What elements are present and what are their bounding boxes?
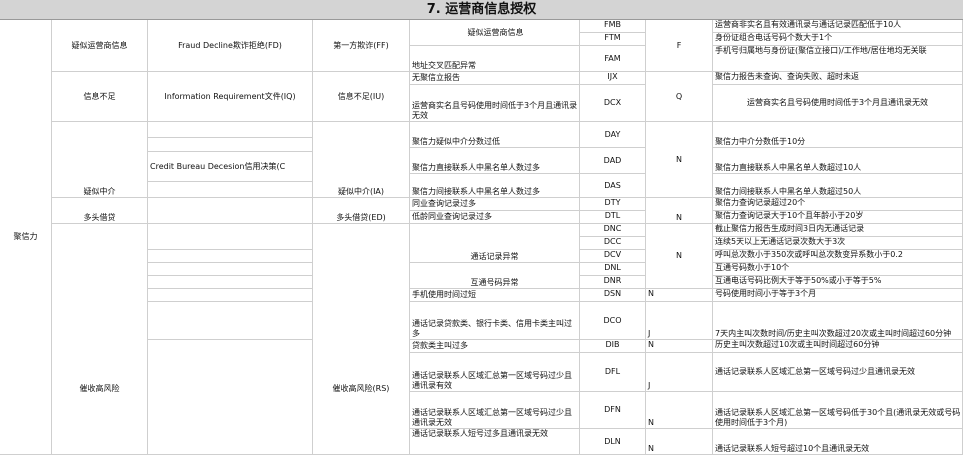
desc-cell[interactable]: 手机使用时间过短 [410, 289, 580, 302]
desc-cell[interactable]: 疑似运营商信息 [410, 20, 580, 46]
flag-cell[interactable]: N [646, 392, 713, 429]
code-cell[interactable]: DIB [580, 340, 646, 353]
rule-cell[interactable]: 聚信力报告未查询、查询失败、超时未返 [713, 72, 963, 85]
decision-cell-empty[interactable] [148, 340, 313, 455]
code-cell[interactable]: DCV [580, 250, 646, 263]
rule-cell[interactable]: 聚信力间接联系人中黑名单人数超过50人 [713, 174, 963, 198]
desc-cell[interactable]: 通话记录异常 [410, 224, 580, 263]
desc-cell[interactable]: 聚信力疑似中介分数过低 [410, 122, 580, 148]
rule-cell[interactable]: 运营商实名且号码使用时间低于3个月且通讯录无效 [713, 85, 963, 122]
code-cell[interactable]: FAM [580, 46, 646, 72]
flag-cell[interactable]: J [646, 353, 713, 392]
code-cell[interactable]: DCO [580, 302, 646, 340]
flag-cell[interactable]: N [646, 122, 713, 198]
rule-cell[interactable]: 通话记录联系人区域汇总第一区域号码低于30个且(通讯录无效或号码使用时间低于3个… [713, 392, 963, 429]
desc-cell[interactable]: 通话记录贷款类、银行卡类、信用卡类主叫过多 [410, 302, 580, 340]
rule-cell[interactable]: 截止聚信力报告生成时间3日内无通话记录 [713, 224, 963, 237]
code-cell[interactable]: DSN [580, 289, 646, 302]
sub-type-cell[interactable]: 催收高风险(RS) [313, 224, 410, 455]
desc-cell[interactable]: 贷款类主叫过多 [410, 340, 580, 353]
flag-cell[interactable]: N [646, 289, 713, 302]
code-cell[interactable]: DLN [580, 429, 646, 455]
desc-cell[interactable]: 低龄同业查询记录过多 [410, 211, 580, 224]
rule-cell[interactable]: 聚信力查询记录大于10个且年龄小于20岁 [713, 211, 963, 224]
rule-cell[interactable]: 互通号码数小于10个 [713, 263, 963, 276]
decision-cell-empty[interactable] [148, 250, 313, 263]
rule-cell[interactable]: 聚信力中介分数低于10分 [713, 122, 963, 148]
rule-cell[interactable]: 身份证组合电话号码个数大于1个 [713, 33, 963, 46]
desc-cell[interactable]: 无聚信立报告 [410, 72, 580, 85]
rule-cell[interactable]: 连续5天以上无通话记录次数大于3次 [713, 237, 963, 250]
rule-cell[interactable]: 7天内主叫次数时间/历史主叫次数超过20次或主叫时间超过60分钟 [713, 302, 963, 340]
spreadsheet: 7. 运营商信息授权 聚信力 疑似运营商信息 信息不足 疑似中介 多头借贷 催收… [0, 0, 963, 455]
code-cell[interactable]: DAD [580, 148, 646, 174]
flag-cell[interactable]: N [646, 224, 713, 289]
rule-cell[interactable]: 号码使用时间小于等于3个月 [713, 289, 963, 302]
decision-cell[interactable]: Information Requirement文件(IQ) [148, 72, 313, 122]
desc-cell[interactable]: 运营商实名且号码使用时间低于3个月且通讯录无效 [410, 85, 580, 122]
code-cell[interactable]: FMB [580, 20, 646, 33]
code-cell[interactable]: DNC [580, 224, 646, 237]
desc-cell[interactable]: 通话记录联系人区域汇总第一区域号码过少且通讯录无效 [410, 392, 580, 429]
decision-cell-empty[interactable] [148, 182, 313, 198]
sub-type-cell[interactable]: 多头借贷(ED) [313, 198, 410, 224]
desc-cell[interactable]: 同业查询记录过多 [410, 198, 580, 211]
decision-cell[interactable]: Fraud Decline欺诈拒绝(FD) [148, 20, 313, 72]
risk-type-cell[interactable]: 疑似运营商信息 [52, 20, 148, 72]
sub-type-cell[interactable]: 第一方欺诈(FF) [313, 20, 410, 72]
code-cell[interactable]: DFL [580, 353, 646, 392]
rule-cell[interactable]: 运营商非实名且有效通讯录与通话记录匹配低于10人 [713, 20, 963, 33]
desc-cell[interactable]: 地址交叉匹配异常 [410, 46, 580, 72]
sub-type-cell[interactable]: 信息不足(IU) [313, 72, 410, 122]
sheet-title: 7. 运营商信息授权 [0, 0, 963, 20]
rule-cell[interactable]: 手机号归属地与身份证(聚信立接口)/工作地/居住地均无关联 [713, 46, 963, 72]
decision-cell-empty[interactable] [148, 289, 313, 302]
code-cell[interactable]: FTM [580, 33, 646, 46]
code-cell[interactable]: DNR [580, 276, 646, 289]
code-cell[interactable]: DAY [580, 122, 646, 148]
flag-cell[interactable]: J [646, 302, 713, 340]
code-cell[interactable]: DCX [580, 85, 646, 122]
category-label[interactable]: 聚信力 [0, 20, 52, 455]
desc-cell[interactable]: 通话记录联系人短号过多且通讯录无效 [410, 429, 580, 455]
code-cell[interactable]: DAS [580, 174, 646, 198]
decision-cell-empty[interactable] [148, 198, 313, 224]
code-cell[interactable]: DNL [580, 263, 646, 276]
risk-type-cell[interactable]: 疑似中介 [52, 122, 148, 198]
desc-cell[interactable]: 聚信力间接联系人中黑名单人数过多 [410, 174, 580, 198]
rule-cell[interactable]: 聚信力直接联系人中黑名单人数超过10人 [713, 148, 963, 174]
decision-cell-empty[interactable] [148, 224, 313, 250]
risk-type-cell[interactable]: 催收高风险 [52, 224, 148, 455]
decision-cell-empty[interactable] [148, 138, 313, 152]
desc-cell[interactable]: 聚信力直接联系人中黑名单人数过多 [410, 148, 580, 174]
code-cell[interactable]: DFN [580, 392, 646, 429]
decision-cell[interactable]: Credit Bureau Decesion信用决策(C [148, 152, 313, 182]
rule-cell[interactable]: 聚信力查询记录超过20个 [713, 198, 963, 211]
decision-cell-empty[interactable] [148, 263, 313, 276]
rule-cell[interactable]: 通话记录联系人短号超过10个且通讯录无效 [713, 429, 963, 455]
risk-type-cell[interactable]: 多头借贷 [52, 198, 148, 224]
code-cell[interactable]: IJX [580, 72, 646, 85]
flag-cell[interactable]: N [646, 429, 713, 455]
flag-cell[interactable]: N [646, 198, 713, 224]
rule-cell[interactable]: 历史主叫次数超过10次或主叫时间超过60分钟 [713, 340, 963, 353]
decision-cell-empty[interactable] [148, 122, 313, 138]
desc-cell[interactable]: 通话记录联系人区域汇总第一区域号码过少且通讯录有效 [410, 353, 580, 392]
flag-cell[interactable]: F [646, 20, 713, 72]
risk-type-cell[interactable]: 信息不足 [52, 72, 148, 122]
rule-cell[interactable]: 呼叫总次数小于350次或呼叫总次数变异系数小于0.2 [713, 250, 963, 263]
code-cell[interactable]: DTL [580, 211, 646, 224]
code-cell[interactable]: DTY [580, 198, 646, 211]
desc-cell[interactable]: 互通号码异常 [410, 263, 580, 289]
rule-cell[interactable]: 通话记录联系人区域汇总第一区域号码过少且通讯录无效 [713, 353, 963, 392]
code-cell[interactable]: DCC [580, 237, 646, 250]
flag-cell[interactable]: N [646, 340, 713, 353]
rule-cell[interactable]: 互通电话号码比例大于等于50%或小于等于5% [713, 276, 963, 289]
sub-type-cell[interactable]: 疑似中介(IA) [313, 122, 410, 198]
flag-cell[interactable]: Q [646, 72, 713, 122]
decision-cell-empty[interactable] [148, 302, 313, 340]
decision-cell-empty[interactable] [148, 276, 313, 289]
